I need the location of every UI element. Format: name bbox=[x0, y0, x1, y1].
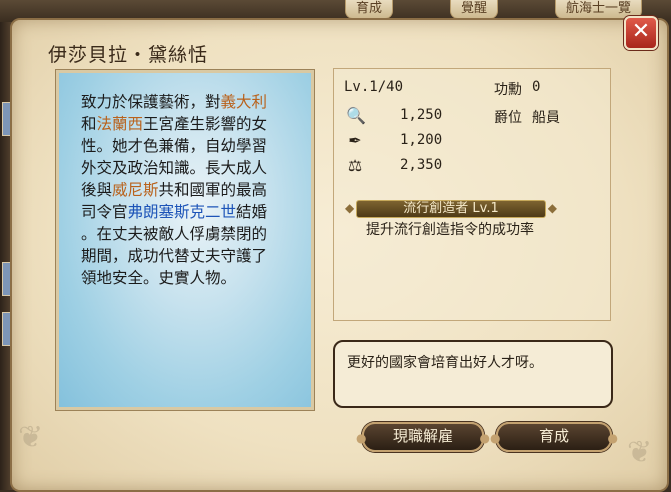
rank-label: 爵位 bbox=[494, 110, 522, 126]
ornament-swirl-icon: ❦ bbox=[18, 420, 44, 455]
compass-icon: ✒ bbox=[348, 131, 362, 150]
level-value: Lv.1/40 bbox=[344, 79, 404, 95]
quote-text: 更好的國家會培育出好人才呀。 bbox=[347, 355, 543, 371]
ornament-swirl-icon: ❦ bbox=[627, 435, 653, 470]
highlight-place-name: 義大利 bbox=[220, 93, 268, 111]
biography-card: 致力於保護藝術，對義大利 和法蘭西王宮產生影響的女 性。她才色兼備，自幼學習 外… bbox=[55, 69, 315, 411]
highlight-place-name: 威尼斯 bbox=[112, 181, 159, 199]
biography-segment: 致力於保護藝術，對 bbox=[81, 93, 221, 111]
dismiss-button[interactable]: 現職解雇 bbox=[356, 422, 490, 452]
close-icon: ✕ bbox=[631, 19, 651, 44]
background-tab-train[interactable]: 育成 bbox=[345, 0, 394, 19]
scales-icon: ⚖ bbox=[347, 156, 363, 175]
quote-box: 更好的國家會培育出好人才呀。 bbox=[333, 340, 613, 408]
navigator-detail-dialog: ❦ ❦ 伊莎貝拉・黛絲恬 ✕ 致力於保護藝術，對義大利 和法蘭西王宮產生影響的女… bbox=[10, 16, 669, 492]
stat-value-battle: 2,350 bbox=[400, 157, 443, 173]
magnifier-icon: 🔍 bbox=[346, 106, 366, 125]
trait-name-banner: 流行創造者 Lv.1 bbox=[345, 200, 557, 218]
navigator-name: 伊莎貝拉・黛絲恬 bbox=[48, 44, 209, 66]
stat-value-trade: 1,200 bbox=[400, 132, 443, 148]
rank-value: 船員 bbox=[532, 110, 560, 126]
stat-value-adventure: 1,250 bbox=[400, 107, 443, 123]
background-tab-awaken[interactable]: 覺醒 bbox=[450, 0, 499, 19]
train-button[interactable]: 育成 bbox=[490, 422, 618, 452]
merit-value: 0 bbox=[532, 79, 541, 95]
merit-label: 功勳 bbox=[494, 82, 522, 98]
close-button[interactable]: ✕ bbox=[624, 16, 658, 50]
biography-segment: 和 bbox=[81, 115, 97, 133]
highlight-place-name: 法蘭西 bbox=[96, 115, 144, 133]
biography-text: 致力於保護藝術，對義大利 和法蘭西王宮產生影響的女 性。她才色兼備，自幼學習 外… bbox=[81, 91, 291, 289]
highlight-person-name: 弗朗塞斯克二世 bbox=[127, 203, 237, 221]
stats-panel: Lv.1/40 功勳 0 爵位 船員 🔍 1,250 ✒ 1,200 ⚖ 2,3… bbox=[333, 68, 611, 321]
trait-description: 提升流行創造指令的成功率 bbox=[366, 222, 534, 238]
